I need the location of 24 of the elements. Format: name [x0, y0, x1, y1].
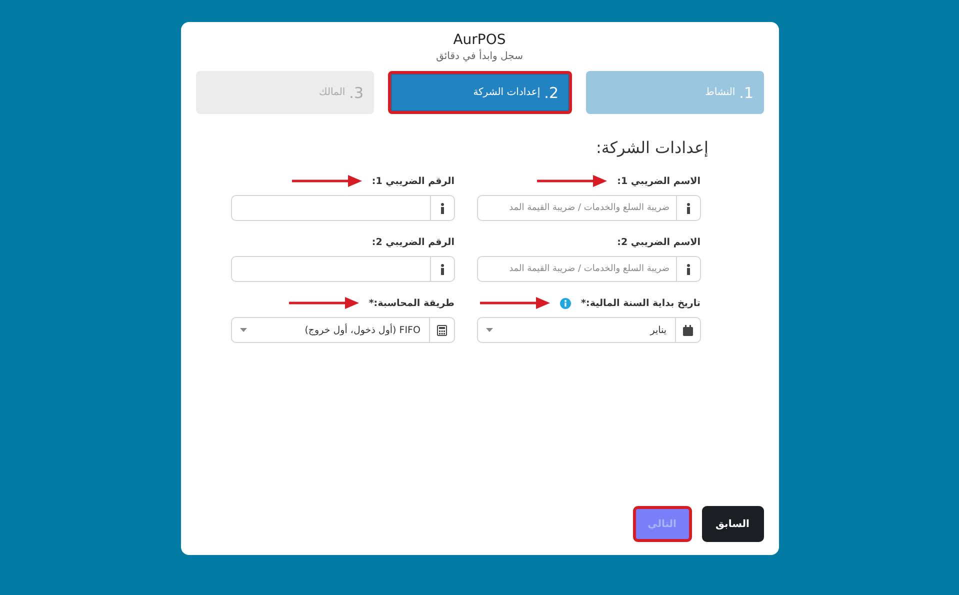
text-field[interactable]: ضريبة السلع والخدمات / ضريبة القيمة المد	[476, 195, 676, 221]
section-title: إعدادات الشركة:	[594, 138, 708, 157]
field-label: الرقم الضريبي 1:	[372, 176, 454, 186]
calculator-icon	[436, 324, 446, 336]
info-icon	[686, 202, 690, 214]
caret-icon	[240, 328, 246, 332]
text-field[interactable]	[230, 256, 430, 282]
app-subtitle: سجل وابدأ في دقائق	[436, 51, 523, 62]
info-icon	[440, 202, 444, 214]
text-field[interactable]	[230, 195, 430, 221]
info-icon	[440, 264, 444, 274]
calendar-icon	[682, 324, 692, 336]
app-title: AurPOS	[453, 32, 506, 48]
text-field[interactable]: ضريبة السلع والخدمات / ضريبة القيمة المد	[476, 256, 676, 282]
field-label: الاسم الضريبي 2:	[617, 236, 700, 248]
info-icon	[686, 264, 690, 274]
field-label: طريقة المحاسبة:*	[368, 298, 454, 308]
field-label: تاريخ بداية السنة المالية:*	[581, 298, 700, 308]
field-label: الاسم الضريبي 1:	[617, 176, 700, 186]
field-label: الرقم الضريبي 2:	[372, 236, 454, 248]
select-field[interactable]: FIFO (أول ذخول، أول خروج)	[230, 317, 454, 343]
select-field[interactable]: يناير	[476, 317, 700, 343]
previous-button[interactable]: السابق	[702, 506, 764, 542]
caret-icon	[486, 328, 492, 332]
